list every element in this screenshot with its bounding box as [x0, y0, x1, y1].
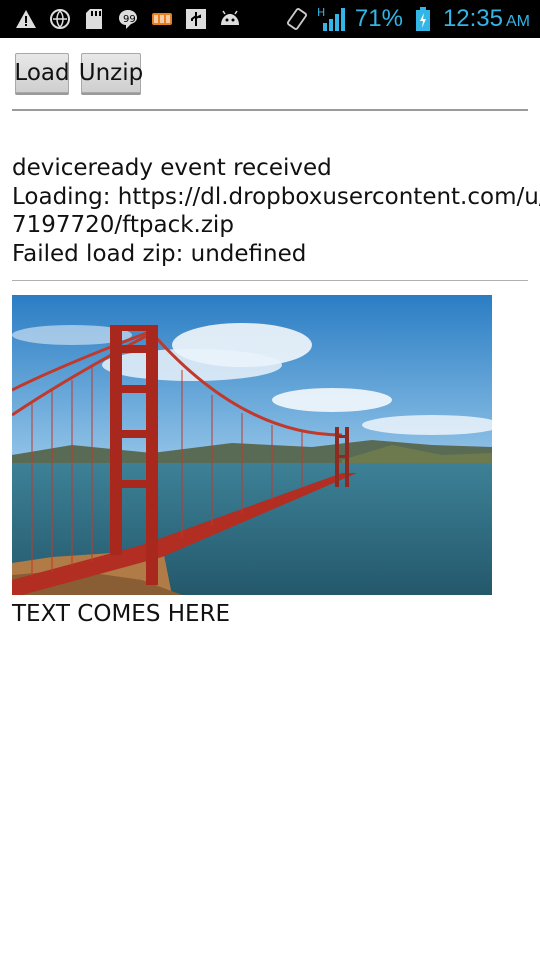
divider	[12, 280, 528, 281]
android-icon	[218, 7, 242, 31]
rotation-icon	[285, 7, 309, 31]
clock-ampm: AM	[506, 13, 530, 30]
clock-time: 12:35	[442, 5, 503, 32]
status-bar: 99 H 71% 12:35 AM	[0, 0, 540, 38]
toolbar: Load Unzip	[14, 53, 143, 93]
load-button[interactable]: Load	[14, 53, 70, 93]
notification-icons: 99	[0, 7, 242, 31]
log-line: 7197720/ftpack.zip	[12, 212, 234, 238]
unzip-button[interactable]: Unzip	[79, 53, 143, 93]
battery-percent: 71%	[354, 5, 403, 32]
signal-icon: H	[317, 6, 347, 31]
clock: 12:35 AM	[443, 5, 530, 33]
chat-icon: 99	[116, 7, 140, 31]
log-line: deviceready event received	[12, 155, 332, 181]
app-icon	[150, 7, 174, 31]
golden-gate-bridge-image	[12, 295, 492, 595]
battery-charging-icon	[411, 7, 435, 31]
log-line: Loading: https://dl.dropboxusercontent.c…	[12, 183, 540, 210]
usb-icon	[184, 7, 208, 31]
status-log: deviceready event received Loading: http…	[12, 154, 540, 268]
sd-card-icon	[82, 7, 106, 31]
warning-icon	[14, 7, 38, 31]
network-type-label: H	[317, 6, 325, 19]
svg-text:99: 99	[123, 14, 136, 25]
image-caption: TEXT COMES HERE	[12, 601, 231, 627]
browser-icon	[48, 7, 72, 31]
divider	[12, 109, 528, 111]
system-icons: H 71% 12:35 AM	[285, 5, 540, 33]
log-line: Failed load zip: undefined	[12, 240, 307, 267]
